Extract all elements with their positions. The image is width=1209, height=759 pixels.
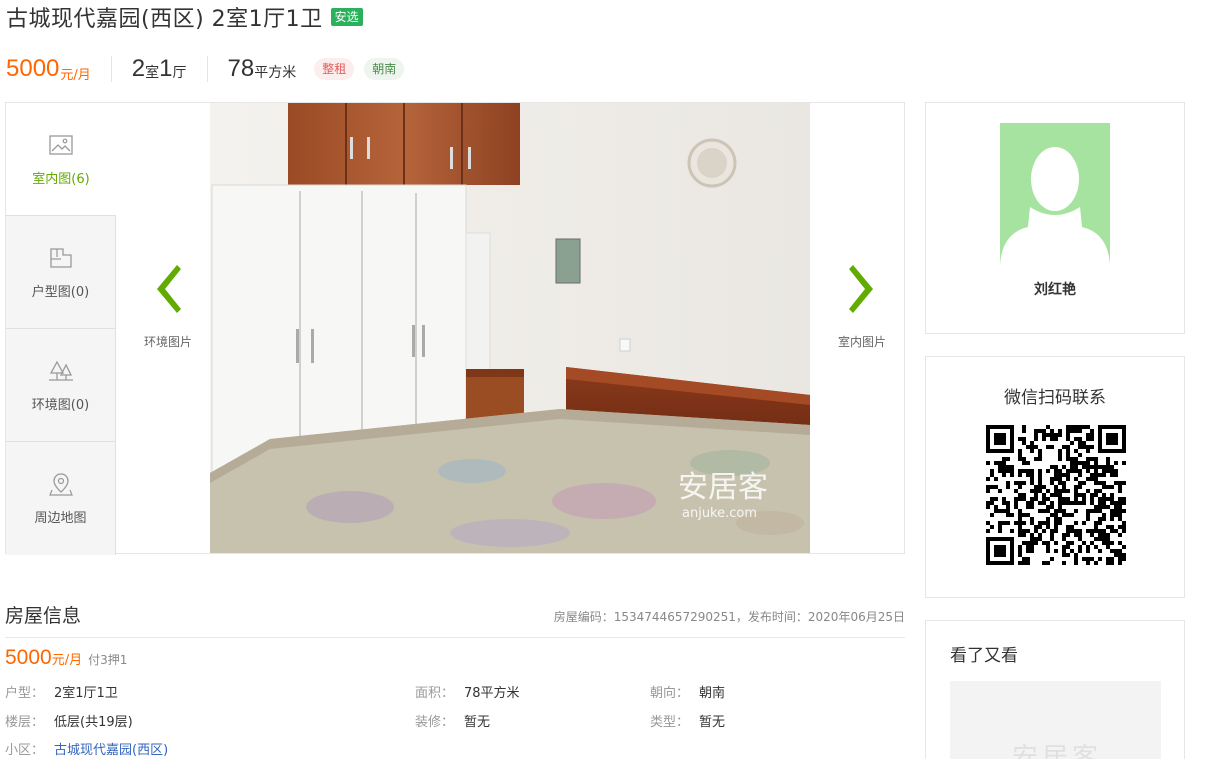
house-info-meta: 房屋编码：1534744657290251，发布时间：2020年06月25日: [553, 610, 905, 624]
next-photo-label: 室内图片: [837, 335, 886, 349]
field-layout: 户型： 2室1厅1卫: [5, 682, 118, 701]
tab-interior-label: 室内图(6): [32, 171, 90, 187]
avatar[interactable]: [1000, 123, 1110, 265]
field-type: 类型： 暂无: [650, 711, 725, 730]
wechat-qr-title: 微信扫码联系: [1004, 388, 1106, 408]
field-value: 2室1厅1卫: [54, 686, 118, 701]
field-community: 小区： 古城现代嘉园(西区): [5, 739, 168, 758]
tag-rent-type: 整租: [314, 58, 355, 80]
info-price-value: 5000: [5, 646, 52, 669]
halls-count: 1: [159, 55, 173, 82]
photo-watermark: 安居客: [678, 470, 768, 505]
rooms-count: 2: [131, 55, 146, 82]
field-value: 低层(共19层): [54, 715, 133, 730]
field-label: 楼层：: [5, 715, 45, 730]
field-value: 78平方米: [464, 686, 520, 701]
photo-gallery: 室内图(6) 户型图(0) 环境图(0) 周边地图 环境图片 安居客 anjuk…: [5, 102, 905, 555]
listing-title: 古城现代嘉园(西区) 2室1厅1卫: [6, 7, 323, 32]
tab-floorplan-label: 户型图(0): [31, 284, 90, 300]
area-value: 78: [227, 55, 255, 82]
tab-map-label: 周边地图: [34, 511, 87, 526]
tab-floorplan[interactable]: 户型图(0): [6, 216, 116, 329]
chevron-left-icon: [157, 265, 181, 313]
info-price-unit: 元/月: [51, 653, 83, 668]
also-viewed-title: 看了又看: [950, 646, 1018, 666]
rooms-unit: 室: [145, 65, 160, 81]
summary-bar: 5000 元/月 2 室 1 厅 78 平方米 整租 朝南: [6, 52, 405, 86]
field-value: 暂无: [699, 715, 726, 730]
agent-card: 刘红艳: [925, 102, 1185, 334]
floorplan-icon: [48, 245, 74, 271]
photo-watermark-en: anjuke.com: [682, 506, 757, 521]
gallery-tabs: 室内图(6) 户型图(0) 环境图(0) 周边地图: [6, 103, 116, 555]
field-floor: 楼层： 低层(共19层): [5, 711, 133, 730]
tag-orientation: 朝南: [364, 58, 405, 80]
person-silhouette-icon: [1000, 147, 1110, 265]
chevron-right-icon: [849, 265, 873, 313]
anxuan-badge: 安选: [330, 8, 363, 26]
field-label: 小区：: [5, 743, 45, 758]
field-label: 户型：: [5, 686, 45, 701]
field-decoration: 装修： 暂无: [415, 711, 490, 730]
map-pin-icon: [48, 471, 74, 497]
trees-icon: [48, 358, 74, 384]
prev-photo-button[interactable]: 环境图片: [128, 263, 208, 363]
thumbnail-watermark: 安居客: [1012, 743, 1103, 759]
tab-map[interactable]: 周边地图: [6, 442, 116, 555]
tab-environment-label: 环境图(0): [31, 397, 90, 413]
field-value: 暂无: [464, 715, 491, 730]
tab-interior[interactable]: 室内图(6): [6, 103, 116, 216]
next-photo-button[interactable]: 室内图片: [822, 263, 902, 363]
field-area: 面积： 78平方米: [415, 682, 520, 701]
field-label: 朝向：: [650, 686, 690, 701]
wechat-qr-card: 微信扫码联系: [925, 356, 1185, 598]
field-orientation: 朝向： 朝南: [650, 682, 725, 701]
picture-icon: [48, 132, 74, 158]
house-info-header: 房屋信息 房屋编码：1534744657290251，发布时间：2020年06月…: [5, 598, 905, 638]
summary-price: 5000: [6, 55, 60, 82]
community-link[interactable]: 古城现代嘉园(西区): [54, 743, 168, 758]
field-label: 面积：: [415, 686, 455, 701]
halls-unit: 厅: [172, 65, 187, 81]
title-row: 古城现代嘉园(西区) 2室1厅1卫 安选: [6, 2, 363, 32]
room-photo: 安居客 anjuke.com: [210, 103, 810, 553]
qr-code[interactable]: [986, 425, 1126, 565]
divider: [206, 56, 208, 82]
agent-name[interactable]: 刘红艳: [926, 279, 1184, 299]
also-viewed-thumbnail[interactable]: 安居客: [950, 681, 1161, 759]
field-label: 类型：: [650, 715, 690, 730]
field-value: 朝南: [699, 686, 726, 701]
prev-photo-label: 环境图片: [143, 335, 192, 349]
field-label: 装修：: [415, 715, 455, 730]
area-unit: 平方米: [254, 65, 297, 81]
also-viewed-card: 看了又看 安居客: [925, 620, 1185, 759]
house-info-title: 房屋信息: [5, 605, 82, 627]
payment-terms: 付3押1: [88, 653, 128, 667]
divider: [110, 56, 112, 82]
summary-price-unit: 元/月: [60, 67, 91, 83]
house-info-price: 5000 元/月 付3押1: [5, 646, 127, 670]
tab-environment[interactable]: 环境图(0): [6, 329, 116, 442]
